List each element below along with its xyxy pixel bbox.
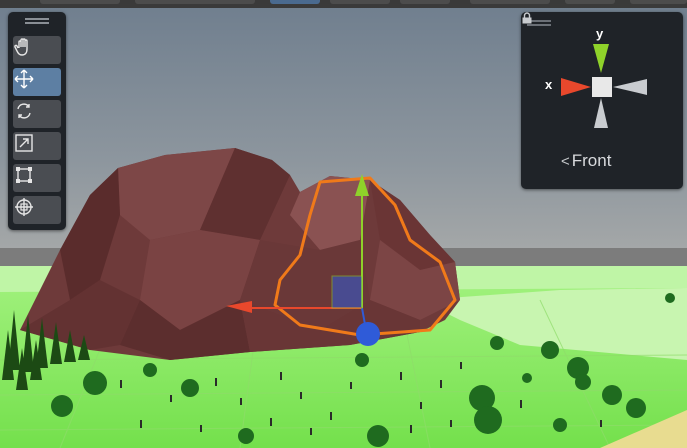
scale-icon: [15, 134, 33, 152]
toolbar-tab[interactable]: [330, 0, 390, 4]
toolbar-tab[interactable]: [40, 0, 120, 4]
toolbar-strip: [0, 0, 687, 8]
view-name: Front: [571, 151, 612, 170]
rect-tool-button[interactable]: [13, 164, 61, 192]
hand-icon: [14, 38, 28, 56]
y-axis-cone: [593, 44, 609, 73]
y-axis-label: y: [596, 26, 604, 41]
toolbar-tab[interactable]: [470, 0, 550, 4]
view-orientation-label[interactable]: < Front: [561, 151, 611, 171]
tools-overlay: [8, 12, 66, 230]
center-cube: [592, 77, 612, 97]
x-axis-cone: [561, 78, 591, 96]
view-arrow-icon: <: [561, 152, 570, 170]
rotate-tool-button[interactable]: [13, 100, 61, 128]
rotate-icon: [17, 103, 31, 119]
axis-cones[interactable]: [551, 40, 651, 134]
move-icon: [14, 69, 34, 89]
neg-y-cone: [594, 98, 608, 128]
neg-x-cone: [613, 79, 647, 95]
transform-tool-button[interactable]: [13, 196, 61, 224]
hand-tool-button[interactable]: [13, 36, 61, 64]
toolbar-tab[interactable]: [135, 0, 255, 4]
toolbar-tab[interactable]: [400, 0, 450, 4]
move-tool-button[interactable]: [13, 68, 61, 96]
drag-handle[interactable]: [25, 18, 49, 24]
orientation-gizmo: y x < Front: [521, 12, 683, 189]
toolbar-tab[interactable]: [630, 0, 687, 4]
rect-icon: [16, 167, 32, 183]
toolbar-tab[interactable]: [270, 0, 320, 4]
toolbar-tab[interactable]: [565, 0, 615, 4]
lock-icon[interactable]: [521, 12, 533, 24]
scale-tool-button[interactable]: [13, 132, 61, 160]
transform-icon: [15, 198, 33, 216]
scene-viewport[interactable]: y x < Front: [0, 0, 687, 448]
